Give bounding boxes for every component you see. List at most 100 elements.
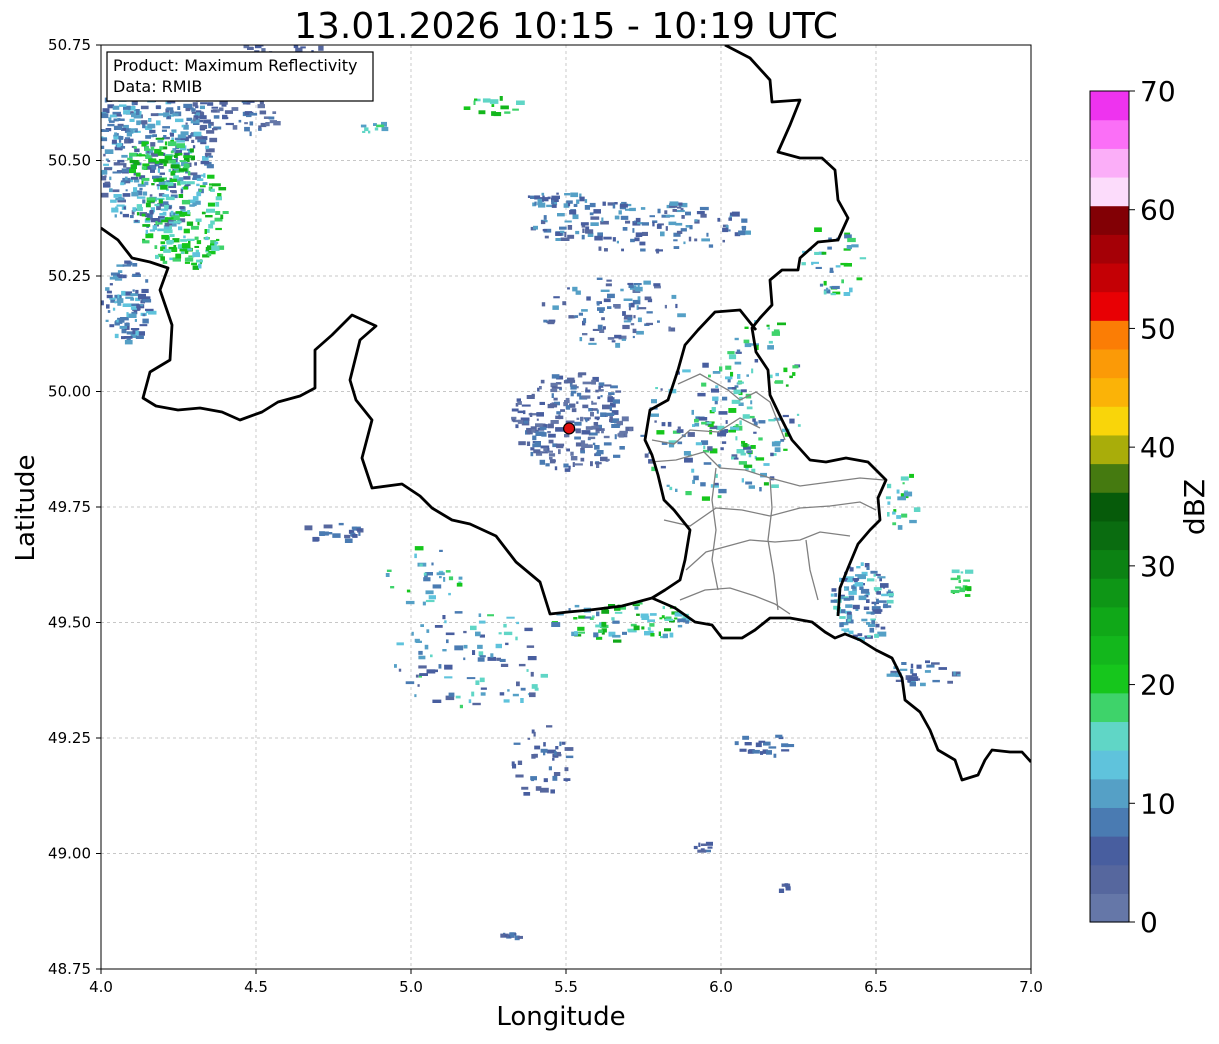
- echo-cell: [768, 419, 776, 422]
- echo-cell: [113, 162, 120, 166]
- echo-cell: [669, 632, 674, 638]
- echo-cell: [126, 312, 129, 318]
- echo-cell: [771, 331, 780, 336]
- echo-cell: [193, 131, 202, 137]
- echo-cell: [134, 148, 140, 153]
- echo-cell: [604, 248, 608, 252]
- echo-cell: [633, 283, 642, 286]
- echo-cell: [136, 196, 146, 199]
- echo-cell: [614, 305, 621, 309]
- echo-cell: [859, 586, 864, 590]
- echo-cell: [145, 279, 149, 283]
- echo-cell: [504, 111, 511, 114]
- colorbar-bin: [1090, 348, 1129, 379]
- echo-cell: [540, 379, 545, 384]
- echo-cell: [550, 388, 558, 393]
- echo-cell: [405, 681, 415, 685]
- echo-cell: [841, 279, 844, 284]
- echo-cell: [763, 463, 770, 466]
- radar-site-marker[interactable]: [562, 422, 576, 435]
- echo-cell: [644, 631, 651, 636]
- echo-cell: [664, 618, 674, 621]
- echo-cell: [117, 159, 125, 163]
- echo-cell: [831, 285, 840, 289]
- echo-cell: [655, 249, 663, 252]
- echo-cell: [574, 436, 581, 440]
- echo-cell: [200, 124, 208, 129]
- echo-cell: [134, 319, 137, 322]
- echo-cell: [564, 220, 572, 223]
- echo-cell: [636, 330, 644, 335]
- echo-cell: [475, 631, 481, 637]
- echo-cell: [512, 693, 519, 697]
- echo-cell: [841, 628, 849, 631]
- echo-cell: [414, 553, 417, 559]
- echo-cell: [563, 463, 569, 468]
- echo-cell: [633, 625, 640, 631]
- echo-cell: [637, 222, 643, 225]
- echo-cell: [109, 283, 113, 286]
- echo-cell: [188, 135, 192, 139]
- echo-cell: [575, 290, 581, 295]
- echo-cell: [468, 699, 472, 704]
- echo-cell: [164, 156, 172, 161]
- echo-cell: [418, 650, 423, 655]
- echo-cell: [547, 431, 551, 434]
- echo-cell: [428, 595, 436, 600]
- echo-cell: [549, 459, 556, 464]
- echo-cell: [530, 451, 534, 457]
- echo-cell: [681, 215, 685, 219]
- echo-cell: [839, 577, 842, 582]
- echo-cell: [925, 660, 930, 664]
- echo-cell: [549, 457, 553, 460]
- echo-cell: [672, 209, 677, 212]
- colorbar-bin: [1090, 492, 1129, 522]
- echo-cell: [590, 412, 594, 417]
- echo-cell: [149, 130, 153, 134]
- map-area[interactable]: [91, 22, 1031, 969]
- echo-cell: [630, 323, 635, 326]
- echo-cell: [206, 208, 215, 213]
- echo-cell: [581, 225, 586, 228]
- echo-cell: [104, 181, 110, 185]
- echo-cell: [668, 221, 677, 226]
- echo-cell: [540, 748, 548, 753]
- echo-cell: [580, 416, 584, 422]
- echo-cell: [156, 178, 165, 182]
- echo-cell: [551, 374, 560, 379]
- echo-cell: [734, 741, 739, 746]
- echo-cell: [103, 153, 106, 157]
- echo-cell: [637, 317, 642, 323]
- echo-cell: [697, 392, 706, 397]
- echo-cell: [705, 841, 713, 846]
- colorbar-bin: [1090, 692, 1129, 723]
- echo-cell: [535, 431, 545, 436]
- echo-cell: [619, 430, 628, 434]
- echo-cell: [184, 261, 190, 264]
- echo-cell: [218, 187, 227, 191]
- echo-cell: [612, 399, 620, 404]
- echo-cell: [551, 386, 557, 389]
- echo-cell: [145, 135, 151, 139]
- echo-cell: [179, 160, 186, 163]
- echo-cell: [644, 453, 649, 458]
- echo-cell: [136, 110, 140, 116]
- echo-cell: [490, 653, 494, 658]
- echo-cell: [583, 318, 587, 324]
- echo-cell: [767, 345, 774, 350]
- echo-cell: [581, 430, 591, 435]
- echo-cell: [693, 845, 698, 850]
- echo-cell: [532, 435, 537, 441]
- colorbar-bin: [1090, 434, 1129, 465]
- echo-cell: [960, 571, 964, 574]
- echo-cell: [131, 191, 139, 197]
- echo-cell: [141, 288, 149, 293]
- echo-cell: [750, 445, 756, 449]
- echo-cell: [647, 619, 655, 623]
- echo-cell: [576, 392, 582, 397]
- echo-cell: [124, 322, 130, 327]
- echo-cell: [725, 420, 728, 424]
- echo-cell: [160, 208, 169, 211]
- echo-cell: [615, 342, 621, 348]
- echo-cell: [730, 371, 734, 377]
